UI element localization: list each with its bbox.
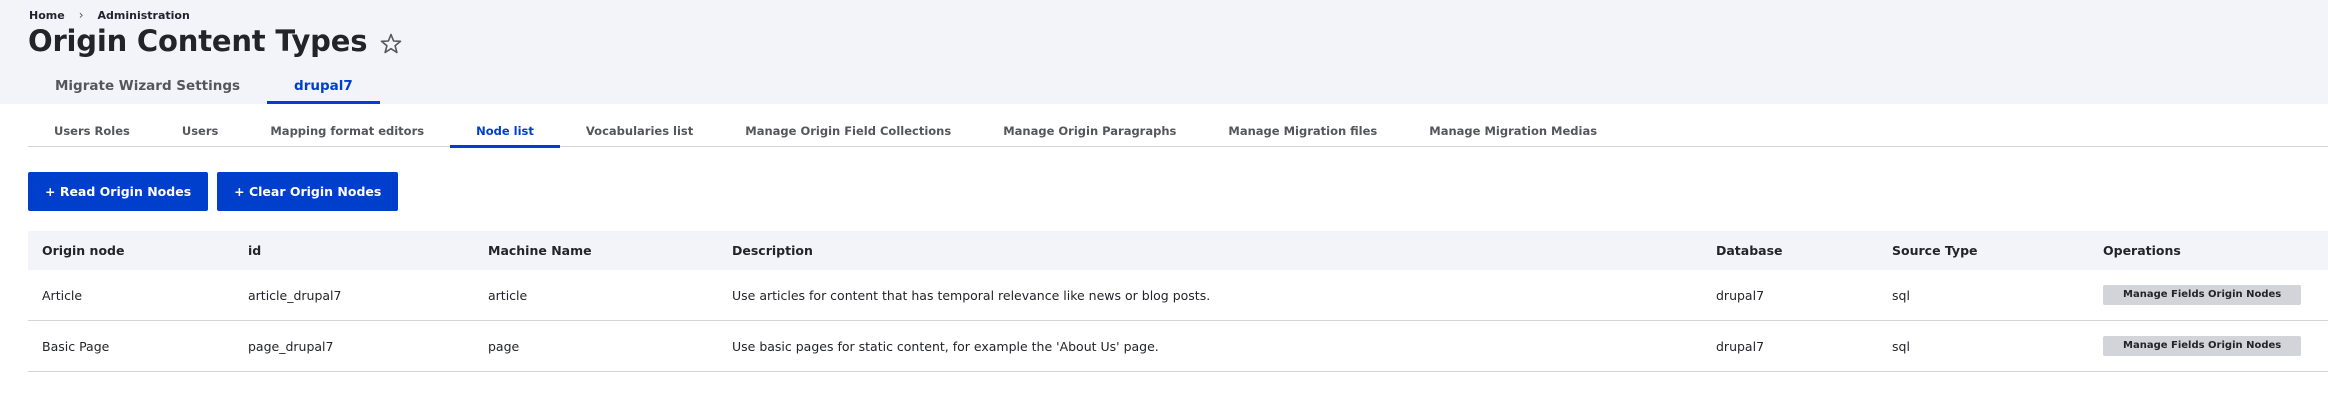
table-header: Origin node id Machine Name Description … xyxy=(28,231,2328,270)
column-header-origin-node: Origin node xyxy=(42,243,125,258)
table-row: Article article_drupal7 article Use arti… xyxy=(28,270,2328,321)
cell-origin-node: Basic Page xyxy=(42,338,110,354)
column-header-operations: Operations xyxy=(2103,243,2181,258)
cell-origin-node: Article xyxy=(42,287,83,303)
tab-migrate-wizard-settings[interactable]: Migrate Wizard Settings xyxy=(28,70,267,104)
origin-nodes-table: Origin node id Machine Name Description … xyxy=(28,231,2328,372)
column-header-description: Description xyxy=(732,243,813,258)
cell-machine-name: article xyxy=(488,287,528,303)
tab-users-roles[interactable]: Users Roles xyxy=(28,118,156,147)
action-buttons: + Read Origin Nodes + Clear Origin Nodes xyxy=(28,172,399,211)
page-title-row: Origin Content Types xyxy=(28,24,403,58)
read-origin-nodes-button[interactable]: + Read Origin Nodes xyxy=(28,172,209,211)
breadcrumb-administration-link[interactable]: Administration xyxy=(98,9,190,22)
clear-origin-nodes-button[interactable]: + Clear Origin Nodes xyxy=(217,172,399,211)
tab-manage-migration-medias[interactable]: Manage Migration Medias xyxy=(1403,118,1623,147)
primary-tabs: Migrate Wizard Settings drupal7 xyxy=(28,70,380,104)
breadcrumb: Home › Administration xyxy=(29,8,190,22)
tab-mapping-format-editors[interactable]: Mapping format editors xyxy=(244,118,450,147)
column-header-database: Database xyxy=(1716,243,1783,258)
cell-operations: Manage Fields Origin Nodes xyxy=(2089,285,2328,305)
cell-database: drupal7 xyxy=(1716,287,1765,303)
tab-manage-origin-field-collections[interactable]: Manage Origin Field Collections xyxy=(719,118,977,147)
tab-manage-migration-files[interactable]: Manage Migration files xyxy=(1202,118,1403,147)
cell-description: Use articles for content that has tempor… xyxy=(732,287,1211,303)
tab-node-list[interactable]: Node list xyxy=(450,118,560,148)
cell-id: page_drupal7 xyxy=(248,338,334,354)
cell-source-type: sql xyxy=(1892,338,1910,354)
breadcrumb-separator: › xyxy=(78,8,84,22)
table-row: Basic Page page_drupal7 page Use basic p… xyxy=(28,321,2328,372)
manage-fields-origin-nodes-button[interactable]: Manage Fields Origin Nodes xyxy=(2103,285,2302,305)
tab-drupal7[interactable]: drupal7 xyxy=(267,70,380,104)
cell-description: Use basic pages for static content, for … xyxy=(732,338,1159,354)
star-outline-icon[interactable] xyxy=(379,29,403,54)
column-header-id: id xyxy=(248,243,262,258)
manage-fields-origin-nodes-button[interactable]: Manage Fields Origin Nodes xyxy=(2103,336,2302,356)
cell-machine-name: page xyxy=(488,338,520,354)
tab-vocabularies-list[interactable]: Vocabularies list xyxy=(560,118,719,147)
tab-manage-origin-paragraphs[interactable]: Manage Origin Paragraphs xyxy=(977,118,1202,147)
breadcrumb-home-link[interactable]: Home xyxy=(29,9,65,22)
cell-operations: Manage Fields Origin Nodes xyxy=(2089,336,2328,356)
cell-database: drupal7 xyxy=(1716,338,1765,354)
column-header-machine-name: Machine Name xyxy=(488,243,592,258)
page-header-region: Home › Administration Origin Content Typ… xyxy=(0,0,2328,104)
cell-source-type: sql xyxy=(1892,287,1910,303)
secondary-tabs: Users Roles Users Mapping format editors… xyxy=(28,118,2328,148)
tab-users[interactable]: Users xyxy=(156,118,245,147)
page-title: Origin Content Types xyxy=(28,24,368,58)
cell-id: article_drupal7 xyxy=(248,287,342,303)
column-header-source-type: Source Type xyxy=(1892,243,1978,258)
